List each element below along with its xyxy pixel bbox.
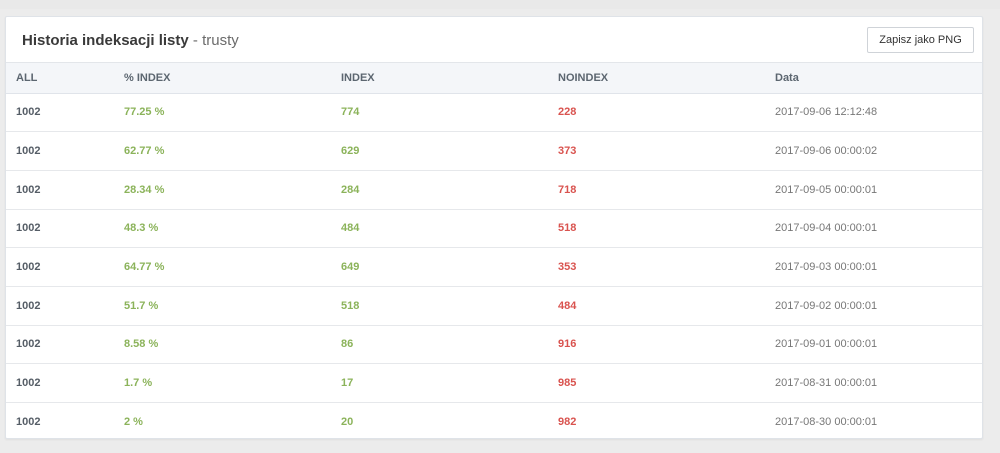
- cell-index: 17: [331, 363, 548, 403]
- cell-pct-index: 77.25 %: [114, 93, 331, 133]
- cell-noindex: 916: [548, 325, 765, 365]
- cell-date: 2017-08-31 00:00:01: [765, 363, 982, 403]
- cell-date: 2017-09-04 00:00:01: [765, 209, 982, 249]
- cell-all: 1002: [6, 93, 114, 133]
- header-index[interactable]: INDEX: [331, 63, 548, 94]
- cell-index: 649: [331, 247, 548, 287]
- table-header-row: ALL % INDEX INDEX NOINDEX Data: [6, 63, 982, 94]
- cell-all: 1002: [6, 247, 114, 287]
- table-row: 1002 48.3 % 484 518 2017-09-04 00:00:01: [6, 209, 982, 249]
- table-row: 1002 1.7 % 17 985 2017-08-31 00:00:01: [6, 363, 982, 403]
- cell-noindex: 373: [548, 131, 765, 171]
- cell-all: 1002: [6, 286, 114, 326]
- cell-index: 284: [331, 170, 548, 210]
- table-row: 1002 51.7 % 518 484 2017-09-02 00:00:01: [6, 286, 982, 326]
- cell-date: 2017-09-06 12:12:48: [765, 93, 982, 133]
- cell-all: 1002: [6, 209, 114, 249]
- cell-date: 2017-09-05 00:00:01: [765, 170, 982, 210]
- cell-noindex: 228: [548, 93, 765, 133]
- cell-date: 2017-09-06 00:00:02: [765, 131, 982, 171]
- top-strip: [0, 0, 1000, 9]
- header-date[interactable]: Data: [765, 63, 982, 94]
- cell-index: 20: [341, 416, 354, 429]
- cell-noindex: 353: [548, 247, 765, 287]
- header-pct-index[interactable]: % INDEX: [114, 63, 331, 94]
- cell-index: 774: [331, 93, 548, 133]
- cell-pct-index: 51.7 %: [114, 286, 331, 326]
- cell-noindex: 985: [548, 363, 765, 403]
- table-row: 1002 77.25 % 774 228 2017-09-06 12:12:48: [6, 93, 982, 133]
- cell-date: 2017-09-03 00:00:01: [765, 247, 982, 287]
- header-all[interactable]: ALL: [6, 63, 114, 94]
- cell-all: 1002: [6, 131, 114, 171]
- index-history-table: ALL % INDEX INDEX NOINDEX Data 1002 77.2…: [6, 63, 982, 441]
- panel-header: Historia indeksacji listy - trusty Zapis…: [6, 17, 982, 63]
- cell-all: 1002: [6, 363, 114, 403]
- cell-pct-index: 2 %: [124, 416, 143, 429]
- cell-index: 484: [331, 209, 548, 249]
- cell-noindex: 982: [558, 416, 577, 429]
- panel-title-main: Historia indeksacji listy: [22, 32, 189, 49]
- cell-all: 1002: [6, 170, 114, 210]
- cell-noindex: 718: [548, 170, 765, 210]
- table-row: 1002 62.77 % 629 373 2017-09-06 00:00:02: [6, 131, 982, 171]
- cell-pct-index: 28.34 %: [114, 170, 331, 210]
- cell-pct-index: 62.77 %: [114, 131, 331, 171]
- cell-all: 1002: [6, 325, 114, 365]
- table-row: 1002 28.34 % 284 718 2017-09-05 00:00:01: [6, 170, 982, 210]
- cell-pct-index: 48.3 %: [114, 209, 331, 249]
- cell-noindex: 518: [548, 209, 765, 249]
- table-row: 1002 8.58 % 86 916 2017-09-01 00:00:01: [6, 325, 982, 365]
- cell-index: 629: [331, 131, 548, 171]
- save-as-png-button[interactable]: Zapisz jako PNG: [867, 27, 974, 53]
- cell-noindex: 484: [548, 286, 765, 326]
- panel-title: Historia indeksacji listy - trusty: [22, 32, 239, 50]
- cell-index: 86: [331, 325, 548, 365]
- index-history-panel: Historia indeksacji listy - trusty Zapis…: [5, 16, 983, 439]
- cell-pct-index: 64.77 %: [114, 247, 331, 287]
- cell-all: 1002: [16, 416, 41, 429]
- cell-pct-index: 8.58 %: [114, 325, 331, 365]
- header-noindex[interactable]: NOINDEX: [548, 63, 765, 94]
- panel-title-sub: - trusty: [188, 32, 239, 49]
- table-row: 1002 64.77 % 649 353 2017-09-03 00:00:01: [6, 247, 982, 287]
- cell-date: 2017-09-01 00:00:01: [765, 325, 982, 365]
- cell-date: 2017-09-02 00:00:01: [765, 286, 982, 326]
- cell-pct-index: 1.7 %: [114, 363, 331, 403]
- cell-date: 2017-08-30 00:00:01: [775, 416, 878, 429]
- table-row: 1002 2 % 20 982 2017-08-30 00:00:01: [6, 403, 982, 442]
- cell-index: 518: [331, 286, 548, 326]
